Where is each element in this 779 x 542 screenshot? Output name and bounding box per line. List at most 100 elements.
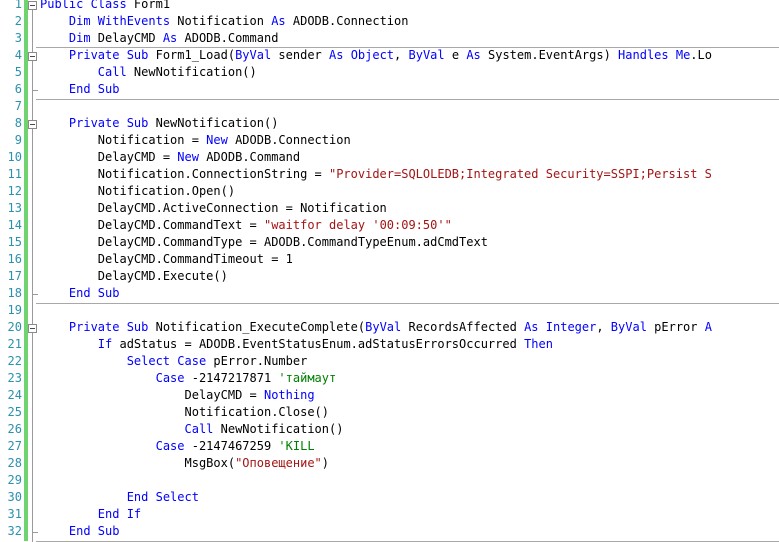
code-token: .Lo bbox=[690, 48, 712, 62]
code-token: DelayCMD = bbox=[184, 388, 264, 402]
code-line[interactable]: Public Class Form1 bbox=[40, 0, 170, 13]
code-token: adStatus = ADODB.EventStatusEnum.adStatu… bbox=[112, 337, 525, 351]
code-token: Notification.Close() bbox=[184, 405, 330, 419]
line-number: 5 bbox=[14, 65, 22, 79]
keyword-token: ByVal bbox=[235, 48, 272, 62]
code-token: DelayCMD.ActiveConnection = Notification bbox=[97, 201, 387, 215]
code-line[interactable]: End Sub bbox=[69, 285, 120, 302]
code-token: Notification_ExecuteComplete( bbox=[148, 320, 366, 334]
keyword-token: Private bbox=[68, 48, 127, 62]
keyword-token: End bbox=[126, 490, 156, 504]
keyword-token: Select bbox=[155, 490, 199, 504]
code-line[interactable]: End Sub bbox=[69, 523, 120, 540]
keyword-token: If bbox=[97, 337, 113, 351]
code-token: , bbox=[596, 320, 611, 334]
code-line[interactable]: End Sub bbox=[69, 81, 120, 98]
code-line[interactable]: Private Sub Form1_Load(ByVal sender As O… bbox=[69, 47, 712, 64]
code-token: ADODB.Command bbox=[198, 150, 301, 164]
code-line[interactable]: End If bbox=[98, 506, 141, 523]
keyword-token: Case bbox=[177, 354, 207, 368]
line-number: 13 bbox=[7, 201, 22, 215]
code-token: DelayCMD.Execute() bbox=[97, 269, 228, 283]
collapse-region-toggle[interactable] bbox=[28, 324, 37, 333]
code-token: Form1 bbox=[126, 0, 171, 11]
code-line[interactable]: Notification.Open() bbox=[98, 183, 235, 200]
code-line[interactable]: MsgBox("Оповещение") bbox=[185, 455, 330, 472]
keyword-token: Select bbox=[126, 354, 178, 368]
keyword-token: Sub bbox=[97, 82, 120, 96]
code-token: DelayCMD.CommandTimeout = 1 bbox=[97, 252, 293, 266]
line-number: 23 bbox=[7, 371, 22, 385]
code-line[interactable]: If adStatus = ADODB.EventStatusEnum.adSt… bbox=[98, 336, 553, 353]
code-line[interactable]: Dim WithEvents Notification As ADODB.Con… bbox=[69, 13, 409, 30]
code-token: pError bbox=[646, 320, 705, 334]
code-line[interactable]: Call NewNotification() bbox=[98, 64, 257, 81]
keyword-token: Sub bbox=[97, 286, 120, 300]
keyword-token: A bbox=[704, 320, 712, 334]
code-token: Form1_Load( bbox=[148, 48, 236, 62]
comment-token: 'KILL bbox=[278, 439, 315, 453]
code-token: sender bbox=[271, 48, 329, 62]
code-line[interactable]: DelayCMD.CommandTimeout = 1 bbox=[98, 251, 293, 268]
code-editor[interactable]: Public Class Form1 Dim WithEvents Notific… bbox=[0, 0, 779, 542]
code-token: Notification.Open() bbox=[97, 184, 236, 198]
keyword-token: As bbox=[162, 31, 178, 45]
code-line[interactable]: DelayCMD = Nothing bbox=[185, 387, 315, 404]
keyword-token: Object bbox=[350, 48, 395, 62]
code-token: System.EventArgs) bbox=[480, 48, 619, 62]
code-line[interactable]: DelayCMD.CommandText = "waitfor delay '0… bbox=[98, 217, 452, 234]
code-token: -2147217871 bbox=[184, 371, 279, 385]
keyword-token: New bbox=[177, 150, 199, 164]
keyword-token: Private bbox=[68, 116, 127, 130]
code-line[interactable]: DelayCMD.ActiveConnection = Notification bbox=[98, 200, 387, 217]
line-number: 26 bbox=[7, 422, 22, 436]
keyword-token: As bbox=[271, 14, 286, 28]
keyword-token: ByVal bbox=[408, 48, 445, 62]
code-token: Notification.ConnectionString = bbox=[97, 167, 329, 181]
keyword-token: ByVal bbox=[365, 320, 402, 334]
code-line[interactable]: DelayCMD = New ADODB.Command bbox=[98, 149, 300, 166]
code-line[interactable]: Private Sub NewNotification() bbox=[69, 115, 279, 132]
keyword-token: Sub bbox=[126, 116, 149, 130]
code-line[interactable]: Notification.Close() bbox=[185, 404, 330, 421]
keyword-token: Me bbox=[675, 48, 691, 62]
line-number: 27 bbox=[7, 439, 22, 453]
code-token: NewNotification() bbox=[213, 422, 344, 436]
code-line[interactable]: Case -2147467259 'KILL bbox=[156, 438, 315, 455]
code-line[interactable]: Call NewNotification() bbox=[185, 421, 344, 438]
procedure-separator bbox=[36, 99, 779, 100]
keyword-token: Dim bbox=[68, 14, 98, 28]
keyword-token: End bbox=[68, 286, 98, 300]
collapse-region-toggle[interactable] bbox=[28, 1, 37, 10]
line-number: 24 bbox=[7, 388, 22, 402]
code-line[interactable]: Select Case pError.Number bbox=[127, 353, 308, 370]
code-line[interactable]: Notification.ConnectionString = "Provide… bbox=[98, 166, 712, 183]
code-line[interactable]: DelayCMD.Execute() bbox=[98, 268, 228, 285]
line-number: 17 bbox=[7, 269, 22, 283]
code-token: pError.Number bbox=[206, 354, 308, 368]
line-number: 16 bbox=[7, 252, 22, 266]
keyword-token: End bbox=[97, 507, 127, 521]
code-token: e bbox=[444, 48, 467, 62]
keyword-token: WithEvents bbox=[97, 14, 171, 28]
code-token: Notification bbox=[170, 14, 272, 28]
code-line[interactable]: Private Sub Notification_ExecuteComplete… bbox=[69, 319, 712, 336]
string-literal: "waitfor delay '00:09:50'" bbox=[263, 218, 452, 232]
code-line[interactable]: DelayCMD.CommandType = ADODB.CommandType… bbox=[98, 234, 488, 251]
line-number: 11 bbox=[7, 167, 22, 181]
keyword-token: Class bbox=[90, 0, 127, 11]
code-line[interactable]: Case -2147217871 'таймаут bbox=[156, 370, 337, 387]
code-line[interactable]: Notification = New ADODB.Connection bbox=[98, 132, 351, 149]
keyword-token: ByVal bbox=[610, 320, 647, 334]
code-token: DelayCMD.CommandText = bbox=[97, 218, 264, 232]
keyword-token: Case bbox=[155, 439, 185, 453]
keyword-token: As bbox=[524, 320, 546, 334]
code-line[interactable]: End Select bbox=[127, 489, 199, 506]
code-line[interactable]: Dim DelayCMD As ADODB.Command bbox=[69, 30, 279, 47]
code-token: NewNotification() bbox=[148, 116, 279, 130]
outline-guide-line bbox=[32, 8, 33, 542]
collapse-region-toggle[interactable] bbox=[28, 52, 37, 61]
code-token: -2147467259 bbox=[184, 439, 279, 453]
code-token: DelayCMD = bbox=[97, 150, 178, 164]
collapse-region-toggle[interactable] bbox=[28, 120, 37, 129]
